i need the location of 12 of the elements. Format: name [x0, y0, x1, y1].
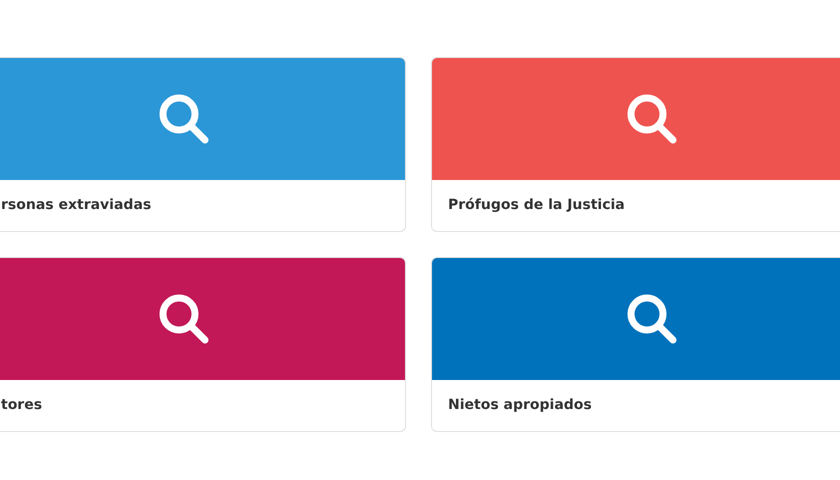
search-icon — [625, 292, 679, 346]
card-title: tores — [1, 396, 42, 413]
card-title: rsonas extraviadas — [1, 196, 152, 213]
search-icon — [157, 92, 211, 146]
card-title: Nietos apropiados — [448, 396, 592, 413]
category-card[interactable]: tores — [0, 257, 406, 432]
category-card[interactable]: rsonas extraviadas — [0, 57, 406, 232]
card-title: Prófugos de la Justicia — [448, 196, 625, 213]
search-icon — [157, 292, 211, 346]
category-card[interactable]: Nietos apropiados — [431, 257, 840, 432]
search-icon — [625, 92, 679, 146]
category-card[interactable]: Prófugos de la Justicia — [431, 57, 840, 232]
